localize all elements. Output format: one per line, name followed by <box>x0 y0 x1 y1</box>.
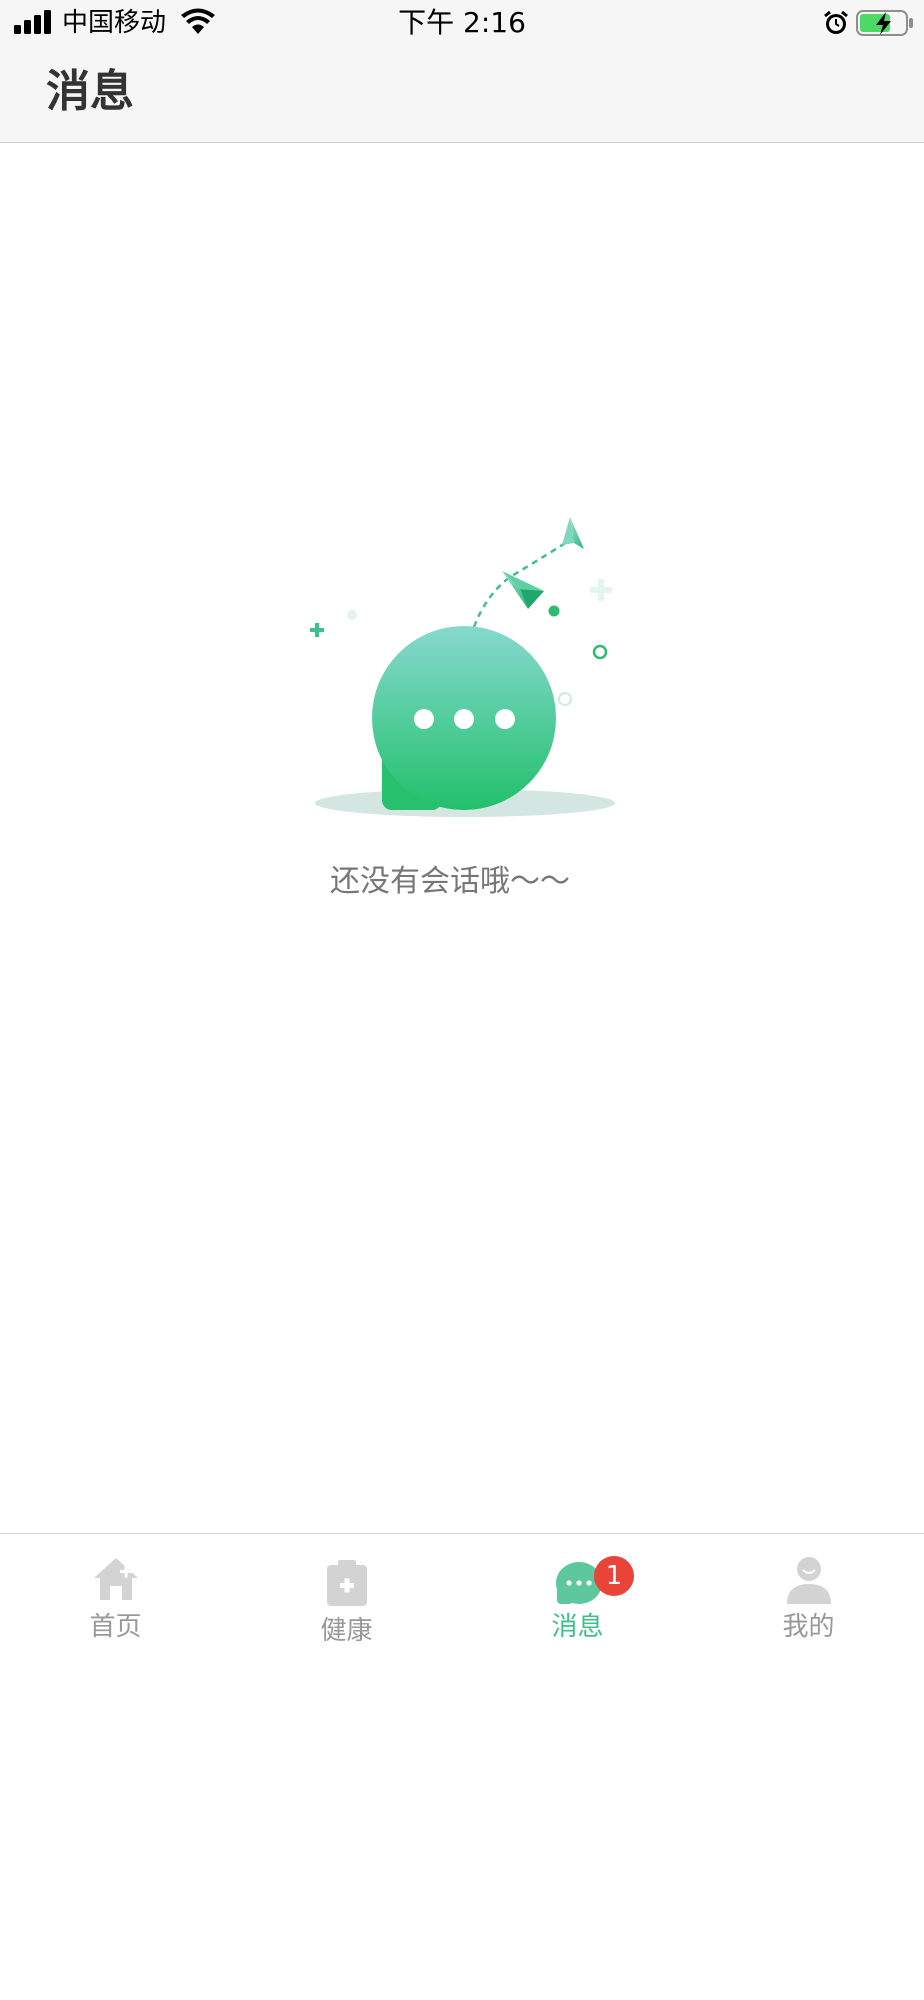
paper-plane-large-icon <box>502 571 544 609</box>
battery-charging-icon <box>856 10 913 36</box>
status-time: 下午 2:16 <box>398 6 526 39</box>
tab-profile-label: 我的 <box>782 1612 835 1642</box>
status-bar: 中国移动 下午 2:16 <box>0 0 924 46</box>
chat-bubble-icon <box>372 626 556 810</box>
plus-decoration-icon <box>310 623 324 637</box>
tab-home-label: 首页 <box>89 1612 142 1642</box>
empty-state-message: 还没有会话哦～～ <box>330 864 570 899</box>
tab-health-label: 健康 <box>320 1616 373 1646</box>
paper-plane-small-icon <box>562 517 584 549</box>
plus-faint-decoration-icon <box>590 579 612 601</box>
tab-messages[interactable]: 1 消息 <box>462 1548 693 1658</box>
messages-screen: 中国移动 下午 2:16 消息 还没有会话哦～～ 首页 健康 1 消息 我的 <box>0 0 924 2000</box>
alarm-icon <box>824 10 848 34</box>
tab-health[interactable]: 健康 <box>231 1548 462 1658</box>
tab-profile[interactable]: 我的 <box>693 1548 924 1658</box>
medical-kit-icon <box>326 1560 367 1606</box>
bottom-tab-bar: 首页 健康 1 消息 我的 <box>0 1533 924 2000</box>
home-icon <box>93 1558 138 1600</box>
unread-badge: 1 <box>594 1556 634 1596</box>
app-header: 消息 <box>0 46 924 143</box>
tab-messages-label: 消息 <box>551 1612 604 1642</box>
empty-chat-illustration <box>310 517 615 817</box>
tab-home[interactable]: 首页 <box>0 1548 231 1658</box>
page-title: 消息 <box>46 66 134 117</box>
user-icon <box>786 1557 831 1604</box>
